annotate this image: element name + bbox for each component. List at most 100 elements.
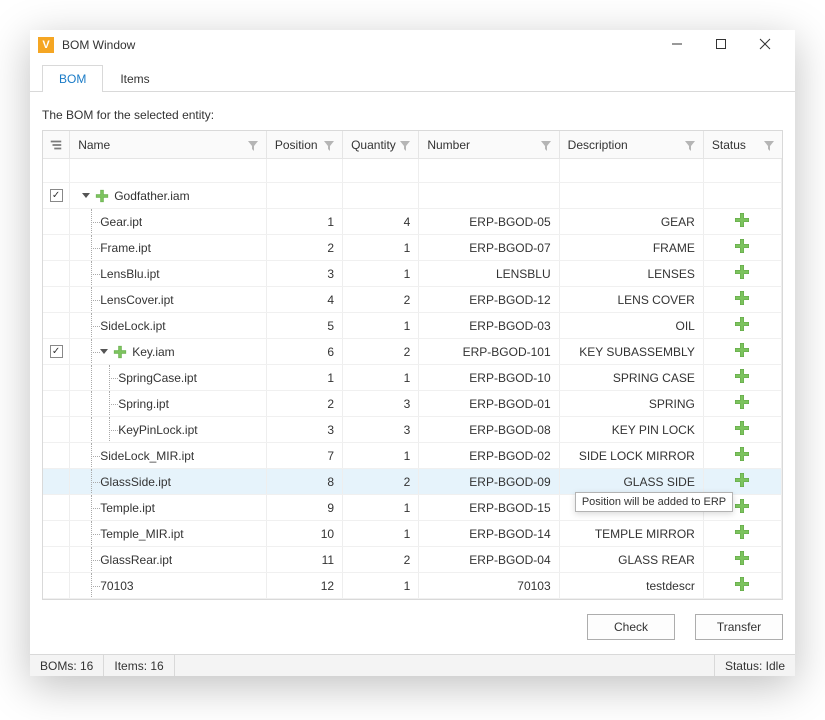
- row-position-cell[interactable]: 8: [267, 469, 343, 494]
- row-checkbox-cell[interactable]: [43, 495, 70, 520]
- header-name[interactable]: Name: [70, 131, 267, 158]
- filter-icon[interactable]: [541, 140, 551, 150]
- row-name-cell[interactable]: SideLock.ipt: [70, 313, 267, 338]
- table-row[interactable]: Gear.ipt14ERP-BGOD-05GEAR: [43, 209, 782, 235]
- table-row[interactable]: Temple_MIR.ipt101ERP-BGOD-14TEMPLE MIRRO…: [43, 521, 782, 547]
- row-checkbox-cell[interactable]: [43, 365, 70, 390]
- row-position-cell[interactable]: 1: [267, 365, 343, 390]
- row-status-cell[interactable]: [704, 365, 782, 390]
- row-checkbox-cell[interactable]: [43, 417, 70, 442]
- row-description-cell[interactable]: GLASS SIDE: [560, 469, 704, 494]
- row-description-cell[interactable]: [560, 183, 704, 208]
- row-checkbox-cell[interactable]: [43, 183, 70, 208]
- table-row[interactable]: Key.iam62ERP-BGOD-101KEY SUBASSEMBLY: [43, 339, 782, 365]
- row-position-cell[interactable]: 3: [267, 417, 343, 442]
- row-name-cell[interactable]: Key.iam: [70, 339, 267, 364]
- row-number-cell[interactable]: ERP-BGOD-04: [419, 547, 559, 572]
- row-position-cell[interactable]: 6: [267, 339, 343, 364]
- row-description-cell[interactable]: KEY PIN LOCK: [560, 417, 704, 442]
- row-quantity-cell[interactable]: 3: [343, 417, 419, 442]
- row-description-cell[interactable]: LENS COVER: [560, 287, 704, 312]
- table-row[interactable]: GlassRear.ipt112ERP-BGOD-04GLASS REAR: [43, 547, 782, 573]
- transfer-button[interactable]: Transfer: [695, 614, 783, 640]
- row-number-cell[interactable]: ERP-BGOD-05: [419, 209, 559, 234]
- row-status-cell[interactable]: [704, 261, 782, 286]
- row-status-cell[interactable]: [704, 183, 782, 208]
- filter-cell-number[interactable]: [419, 159, 559, 182]
- filter-cell-check[interactable]: [43, 159, 70, 182]
- row-number-cell[interactable]: ERP-BGOD-101: [419, 339, 559, 364]
- row-number-cell[interactable]: ERP-BGOD-14: [419, 521, 559, 546]
- row-number-cell[interactable]: ERP-BGOD-08: [419, 417, 559, 442]
- table-row[interactable]: Godfather.iam: [43, 183, 782, 209]
- row-quantity-cell[interactable]: 1: [343, 521, 419, 546]
- row-number-cell[interactable]: 70103: [419, 573, 559, 598]
- row-position-cell[interactable]: [267, 183, 343, 208]
- row-number-cell[interactable]: ERP-BGOD-02: [419, 443, 559, 468]
- row-quantity-cell[interactable]: 2: [343, 339, 419, 364]
- table-row[interactable]: 7010312170103testdescr: [43, 573, 782, 599]
- row-description-cell[interactable]: TEMPLE MIRROR: [560, 521, 704, 546]
- row-status-cell[interactable]: [704, 547, 782, 572]
- row-description-cell[interactable]: OIL: [560, 313, 704, 338]
- close-button[interactable]: [751, 38, 779, 53]
- table-row[interactable]: SpringCase.ipt11ERP-BGOD-10SPRING CASE: [43, 365, 782, 391]
- row-quantity-cell[interactable]: 1: [343, 313, 419, 338]
- header-position[interactable]: Position: [267, 131, 343, 158]
- row-status-cell[interactable]: [704, 235, 782, 260]
- filter-cell-status[interactable]: [704, 159, 782, 182]
- row-checkbox-cell[interactable]: [43, 391, 70, 416]
- row-quantity-cell[interactable]: 2: [343, 287, 419, 312]
- row-name-cell[interactable]: Temple_MIR.ipt: [70, 521, 267, 546]
- row-quantity-cell[interactable]: 2: [343, 547, 419, 572]
- row-checkbox-cell[interactable]: [43, 313, 70, 338]
- row-checkbox-cell[interactable]: [43, 287, 70, 312]
- row-description-cell[interactable]: testdescr: [560, 573, 704, 598]
- row-description-cell[interactable]: LENSES: [560, 261, 704, 286]
- filter-cell-quantity[interactable]: [343, 159, 419, 182]
- row-checkbox-cell[interactable]: [43, 339, 70, 364]
- row-quantity-cell[interactable]: 1: [343, 573, 419, 598]
- filter-icon[interactable]: [685, 140, 695, 150]
- filter-cell-name[interactable]: [70, 159, 267, 182]
- row-name-cell[interactable]: 70103: [70, 573, 267, 598]
- filter-cell-position[interactable]: [267, 159, 343, 182]
- row-position-cell[interactable]: 2: [267, 235, 343, 260]
- row-checkbox-cell[interactable]: [43, 261, 70, 286]
- row-quantity-cell[interactable]: 1: [343, 495, 419, 520]
- row-name-cell[interactable]: Temple.ipt: [70, 495, 267, 520]
- row-name-cell[interactable]: SpringCase.ipt: [70, 365, 267, 390]
- row-position-cell[interactable]: 3: [267, 261, 343, 286]
- filter-icon[interactable]: [324, 140, 334, 150]
- row-quantity-cell[interactable]: [343, 183, 419, 208]
- filter-icon[interactable]: [248, 140, 258, 150]
- row-name-cell[interactable]: Godfather.iam: [70, 183, 267, 208]
- filter-icon[interactable]: [764, 140, 774, 150]
- row-position-cell[interactable]: 12: [267, 573, 343, 598]
- row-status-cell[interactable]: [704, 287, 782, 312]
- row-name-cell[interactable]: KeyPinLock.ipt: [70, 417, 267, 442]
- header-checkbox-col[interactable]: [43, 131, 70, 158]
- row-number-cell[interactable]: ERP-BGOD-15: [419, 495, 559, 520]
- filter-cell-description[interactable]: [560, 159, 704, 182]
- row-checkbox-cell[interactable]: [43, 209, 70, 234]
- maximize-button[interactable]: [707, 38, 735, 53]
- header-number[interactable]: Number: [419, 131, 559, 158]
- table-row[interactable]: LensBlu.ipt31LENSBLULENSES: [43, 261, 782, 287]
- tab-bom[interactable]: BOM: [42, 65, 103, 92]
- minimize-button[interactable]: [663, 38, 691, 53]
- row-status-cell[interactable]: [704, 313, 782, 338]
- row-checkbox-cell[interactable]: [43, 573, 70, 598]
- row-checkbox[interactable]: [50, 345, 63, 358]
- row-name-cell[interactable]: Gear.ipt: [70, 209, 267, 234]
- row-status-cell[interactable]: [704, 443, 782, 468]
- tree-toggle-icon[interactable]: [100, 349, 108, 354]
- table-row[interactable]: SideLock.ipt51ERP-BGOD-03OIL: [43, 313, 782, 339]
- row-description-cell[interactable]: SPRING CASE: [560, 365, 704, 390]
- row-description-cell[interactable]: KEY SUBASSEMBLY: [560, 339, 704, 364]
- row-description-cell[interactable]: GLASS REAR: [560, 547, 704, 572]
- row-quantity-cell[interactable]: 1: [343, 261, 419, 286]
- row-name-cell[interactable]: LensBlu.ipt: [70, 261, 267, 286]
- header-status[interactable]: Status: [704, 131, 782, 158]
- row-position-cell[interactable]: 5: [267, 313, 343, 338]
